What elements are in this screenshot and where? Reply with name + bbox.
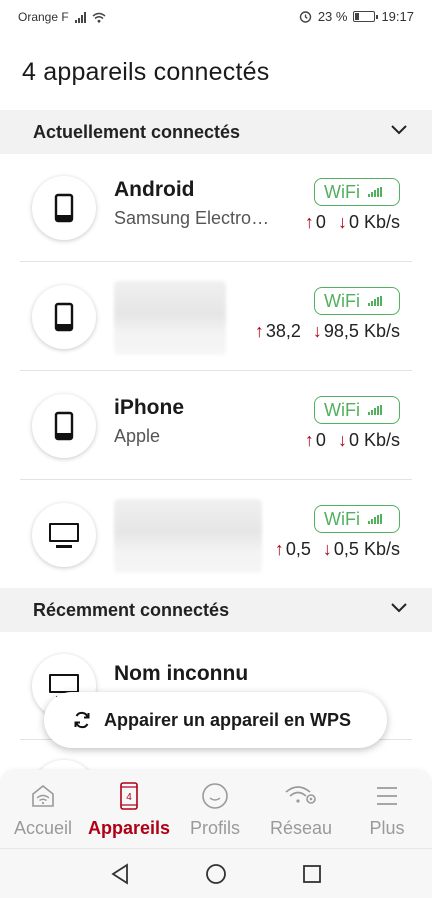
wifi-badge: WiFi — [314, 178, 400, 206]
device-manufacturer: Apple — [114, 426, 161, 446]
device-name: Android — [114, 178, 195, 201]
device-row[interactable]: WiFi ↑ 0,5 ↓ 0,5 Kb/s — [20, 481, 412, 589]
download-value: 98,5 — [323, 321, 359, 341]
wifi-badge-label: WiFi — [324, 399, 360, 420]
upload-arrow-icon: ↑ — [274, 539, 284, 559]
upload-arrow-icon: ↑ — [304, 430, 314, 450]
page-title: 4 appareils connectés — [22, 58, 270, 86]
wifi-badge-label: WiFi — [324, 508, 360, 529]
wifi-badge: WiFi — [314, 287, 400, 315]
cell-signal-icon — [74, 11, 86, 23]
profile-icon — [202, 783, 228, 809]
nav-more[interactable]: Plus — [344, 778, 430, 844]
speed-unit: Kb/s — [363, 430, 400, 450]
upload-value: 0 — [315, 212, 326, 232]
wifi-badge-label: WiFi — [324, 181, 360, 202]
bottom-nav: Accueil 4 Appareils Profils Réseau Plus — [0, 770, 432, 848]
devices-icon: 4 — [120, 782, 138, 810]
back-button[interactable] — [108, 862, 132, 886]
chevron-down-icon — [391, 125, 407, 135]
signal-icon — [367, 405, 382, 415]
device-speed: ↑ 0 ↓ 0 Kb/s — [305, 212, 400, 233]
status-bar: Orange F 23 % 19:17 — [0, 0, 432, 34]
alarm-icon — [299, 11, 312, 23]
speed-unit: Kb/s — [363, 212, 400, 232]
clock: 19:17 — [381, 9, 414, 24]
status-left: Orange F — [18, 10, 106, 24]
signal-icon — [367, 514, 382, 524]
download-arrow-icon: ↓ — [337, 430, 347, 450]
nav-network-label: Réseau — [269, 818, 333, 838]
smartphone-icon — [54, 411, 74, 441]
device-name: iPhone — [114, 396, 185, 419]
device-avatar — [32, 176, 96, 240]
device-name: Nom inconnu — [114, 662, 249, 685]
device-avatar — [32, 285, 96, 349]
monitor-icon — [49, 523, 79, 548]
download-arrow-icon: ↓ — [322, 539, 332, 559]
section-recent-label: Récemment connectés — [33, 600, 230, 620]
nav-more-label: Plus — [369, 818, 405, 838]
wifi-badge: WiFi — [314, 396, 400, 424]
device-row[interactable]: iPhone Apple WiFi ↑ 0 ↓ 0 Kb/s — [20, 372, 412, 480]
home-button[interactable] — [204, 862, 228, 886]
smartphone-icon — [54, 193, 74, 223]
section-recent-header[interactable]: Récemment connectés — [0, 588, 432, 632]
battery-percent: 23 % — [317, 9, 348, 24]
device-manufacturer: Samsung Electro… — [114, 208, 270, 228]
nav-profiles[interactable]: Profils — [172, 778, 258, 844]
speed-unit: Kb/s — [363, 321, 400, 341]
download-value: 0,5 — [333, 539, 359, 559]
smartphone-icon — [54, 302, 74, 332]
upload-value: 38,2 — [265, 321, 301, 341]
wifi-badge: WiFi — [314, 505, 400, 533]
device-speed: ↑ 0 ↓ 0 Kb/s — [305, 430, 400, 451]
battery-icon — [353, 11, 379, 22]
device-avatar — [32, 394, 96, 458]
home-icon — [32, 784, 54, 807]
nav-devices-label: Appareils — [87, 818, 171, 838]
speed-unit: Kb/s — [363, 539, 400, 559]
download-arrow-icon: ↓ — [337, 212, 347, 232]
back-triangle-icon — [111, 863, 128, 885]
signal-icon — [367, 187, 382, 197]
device-speed: ↑ 0,5 ↓ 0,5 Kb/s — [275, 539, 400, 560]
nav-devices[interactable]: 4 Appareils — [86, 778, 172, 844]
upload-value: 0,5 — [285, 539, 311, 559]
section-current-header[interactable]: Actuellement connectés — [0, 110, 432, 154]
chevron-down-icon — [391, 603, 407, 613]
nav-home[interactable]: Accueil — [0, 778, 86, 844]
menu-icon — [377, 787, 397, 805]
carrier-label: Orange F — [18, 10, 69, 24]
wifi-badge-label: WiFi — [324, 290, 360, 311]
upload-arrow-icon: ↑ — [254, 321, 264, 341]
device-speed: ↑ 38,2 ↓ 98,5 Kb/s — [255, 321, 400, 342]
upload-value: 0 — [315, 430, 326, 450]
wps-pair-button[interactable]: Appairer un appareil en WPS — [44, 692, 387, 748]
recents-square-icon — [303, 865, 321, 883]
device-avatar — [32, 503, 96, 567]
wifi-settings-icon — [285, 786, 316, 804]
refresh-icon — [74, 711, 90, 729]
device-row[interactable]: Android Samsung Electro… WiFi ↑ 0 ↓ 0 Kb/s — [20, 154, 412, 262]
recents-button[interactable] — [300, 862, 324, 886]
blurred-device-name — [114, 281, 226, 355]
wps-button-label: Appairer un appareil en WPS — [104, 709, 352, 730]
system-nav-bar — [0, 848, 432, 898]
download-value: 0 — [348, 212, 359, 232]
home-circle-icon — [206, 864, 226, 884]
nav-home-label: Accueil — [13, 818, 73, 838]
download-arrow-icon: ↓ — [312, 321, 322, 341]
download-value: 0 — [348, 430, 359, 450]
upload-arrow-icon: ↑ — [304, 212, 314, 232]
section-current-label: Actuellement connectés — [33, 122, 241, 142]
wifi-status-icon — [92, 12, 106, 23]
blurred-device-name — [114, 499, 262, 573]
nav-network[interactable]: Réseau — [258, 778, 344, 844]
status-right: 23 % 19:17 — [299, 9, 414, 24]
devices-count-badge: 4 — [126, 792, 132, 803]
device-row[interactable]: WiFi ↑ 38,2 ↓ 98,5 Kb/s — [20, 263, 412, 371]
signal-icon — [367, 296, 382, 306]
nav-profiles-label: Profils — [189, 818, 240, 838]
